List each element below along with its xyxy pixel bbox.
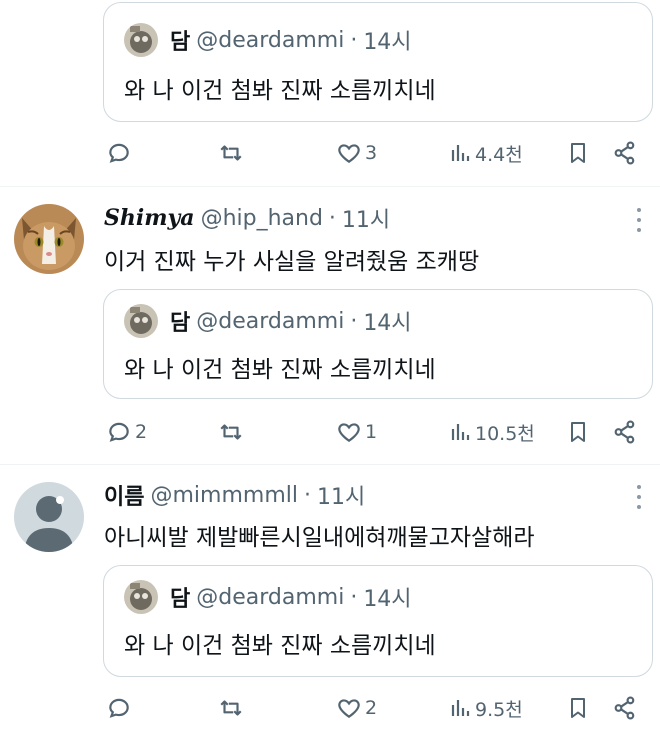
quoted-post-text: 와 나 이건 첨봐 진짜 소름끼치네	[124, 78, 436, 104]
post-text: 이거 진짜 누가 사실을 알려줬움 조캐땅	[104, 249, 480, 275]
quoted-author-handle[interactable]: @deardammi	[196, 28, 344, 53]
post-actions: 2 9.5천	[104, 690, 644, 726]
post-header: Shimya @hip_hand · 11시	[104, 203, 390, 233]
share-icon	[614, 696, 635, 720]
share-button[interactable]	[612, 135, 638, 171]
separator-dot: ·	[350, 308, 358, 334]
repost-button[interactable]	[218, 414, 247, 450]
views-count: 4.4천	[475, 143, 523, 166]
views-button[interactable]: 10.5천	[450, 414, 535, 450]
reply-button[interactable]	[106, 135, 135, 171]
quoted-timestamp[interactable]: 14시	[363, 24, 411, 56]
share-icon	[614, 141, 635, 165]
more-options-button[interactable]	[636, 485, 642, 509]
avatar[interactable]	[14, 204, 84, 274]
bookmark-button[interactable]	[566, 135, 590, 171]
reply-button[interactable]: 2	[106, 414, 147, 450]
author-handle[interactable]: @hip_hand	[201, 206, 323, 231]
share-button[interactable]	[612, 690, 638, 726]
reply-count: 2	[135, 421, 148, 443]
like-icon	[338, 423, 360, 442]
separator-dot: ·	[350, 27, 358, 53]
like-button[interactable]: 1	[336, 414, 377, 450]
like-icon	[338, 699, 360, 718]
quoted-post-card[interactable]: 담 @deardammi · 14시 와 나 이건 첨봐 진짜 소름끼치네	[103, 565, 653, 677]
repost-button[interactable]	[218, 690, 247, 726]
like-button[interactable]: 3	[336, 135, 377, 171]
quoted-author-name[interactable]: 담	[170, 581, 190, 613]
repost-button[interactable]	[218, 135, 247, 171]
quoted-post-card[interactable]: 담 @deardammi · 14시 와 나 이건 첨봐 진짜 소름끼치네	[103, 2, 653, 122]
views-icon	[451, 700, 470, 716]
bookmark-icon	[571, 143, 585, 163]
quoted-timestamp[interactable]: 14시	[363, 305, 411, 337]
quoted-avatar	[124, 23, 158, 57]
views-icon	[451, 145, 470, 161]
post-divider	[0, 186, 660, 187]
quoted-post-card[interactable]: 담 @deardammi · 14시 와 나 이건 첨봐 진짜 소름끼치네	[103, 289, 653, 399]
like-icon	[338, 144, 360, 163]
bookmark-icon	[571, 422, 585, 442]
views-button[interactable]: 9.5천	[450, 690, 523, 726]
views-count: 9.5천	[475, 698, 523, 721]
post-actions: 2 1 10.5천	[104, 414, 644, 450]
more-icon	[637, 208, 641, 212]
separator-dot: ·	[303, 482, 311, 508]
post-timestamp[interactable]: 11시	[342, 202, 390, 234]
reply-icon	[109, 143, 129, 163]
repost-icon	[220, 424, 242, 440]
reply-icon	[109, 422, 129, 442]
bookmark-button[interactable]	[566, 690, 590, 726]
separator-dot: ·	[328, 205, 336, 231]
more-icon	[637, 485, 641, 489]
author-handle[interactable]: @mimmmmll	[150, 483, 298, 508]
share-button[interactable]	[612, 414, 638, 450]
bookmark-button[interactable]	[566, 414, 590, 450]
quoted-post-text: 와 나 이건 첨봐 진짜 소름끼치네	[124, 357, 436, 383]
post-actions: 3 4.4천	[104, 135, 644, 171]
share-icon	[614, 420, 635, 444]
reply-button[interactable]	[106, 690, 135, 726]
reply-icon	[109, 698, 129, 718]
quoted-avatar	[124, 580, 158, 614]
post-divider	[0, 464, 660, 465]
bookmark-icon	[571, 698, 585, 718]
quoted-post-header: 담 @deardammi · 14시	[124, 304, 412, 338]
quoted-avatar	[124, 304, 158, 338]
like-count: 2	[365, 697, 378, 719]
like-count: 1	[365, 421, 378, 443]
like-count: 3	[365, 142, 378, 164]
post-timestamp[interactable]: 11시	[317, 479, 365, 511]
more-options-button[interactable]	[636, 208, 642, 232]
like-button[interactable]: 2	[336, 690, 377, 726]
quoted-post-header: 담 @deardammi · 14시	[124, 580, 412, 614]
post-header: 이름 @mimmmmll · 11시	[104, 479, 365, 511]
author-name[interactable]: 이름	[104, 479, 144, 511]
quoted-timestamp[interactable]: 14시	[363, 581, 411, 613]
views-count: 10.5천	[475, 422, 535, 445]
quoted-author-name[interactable]: 담	[170, 305, 190, 337]
quoted-post-header: 담 @deardammi · 14시	[124, 23, 412, 57]
quoted-author-name[interactable]: 담	[170, 24, 190, 56]
views-button[interactable]: 4.4천	[450, 135, 523, 171]
quoted-post-text: 와 나 이건 첨봐 진짜 소름끼치네	[124, 633, 436, 659]
post-text: 아니씨발 제발빠른시일내에혀깨물고자살해라	[104, 525, 535, 551]
views-icon	[451, 424, 470, 440]
quoted-author-handle[interactable]: @deardammi	[196, 309, 344, 334]
avatar[interactable]	[14, 482, 84, 552]
separator-dot: ·	[350, 584, 358, 610]
author-name[interactable]: Shimya	[104, 205, 195, 231]
repost-icon	[220, 145, 242, 161]
quoted-author-handle[interactable]: @deardammi	[196, 585, 344, 610]
repost-icon	[220, 700, 242, 716]
